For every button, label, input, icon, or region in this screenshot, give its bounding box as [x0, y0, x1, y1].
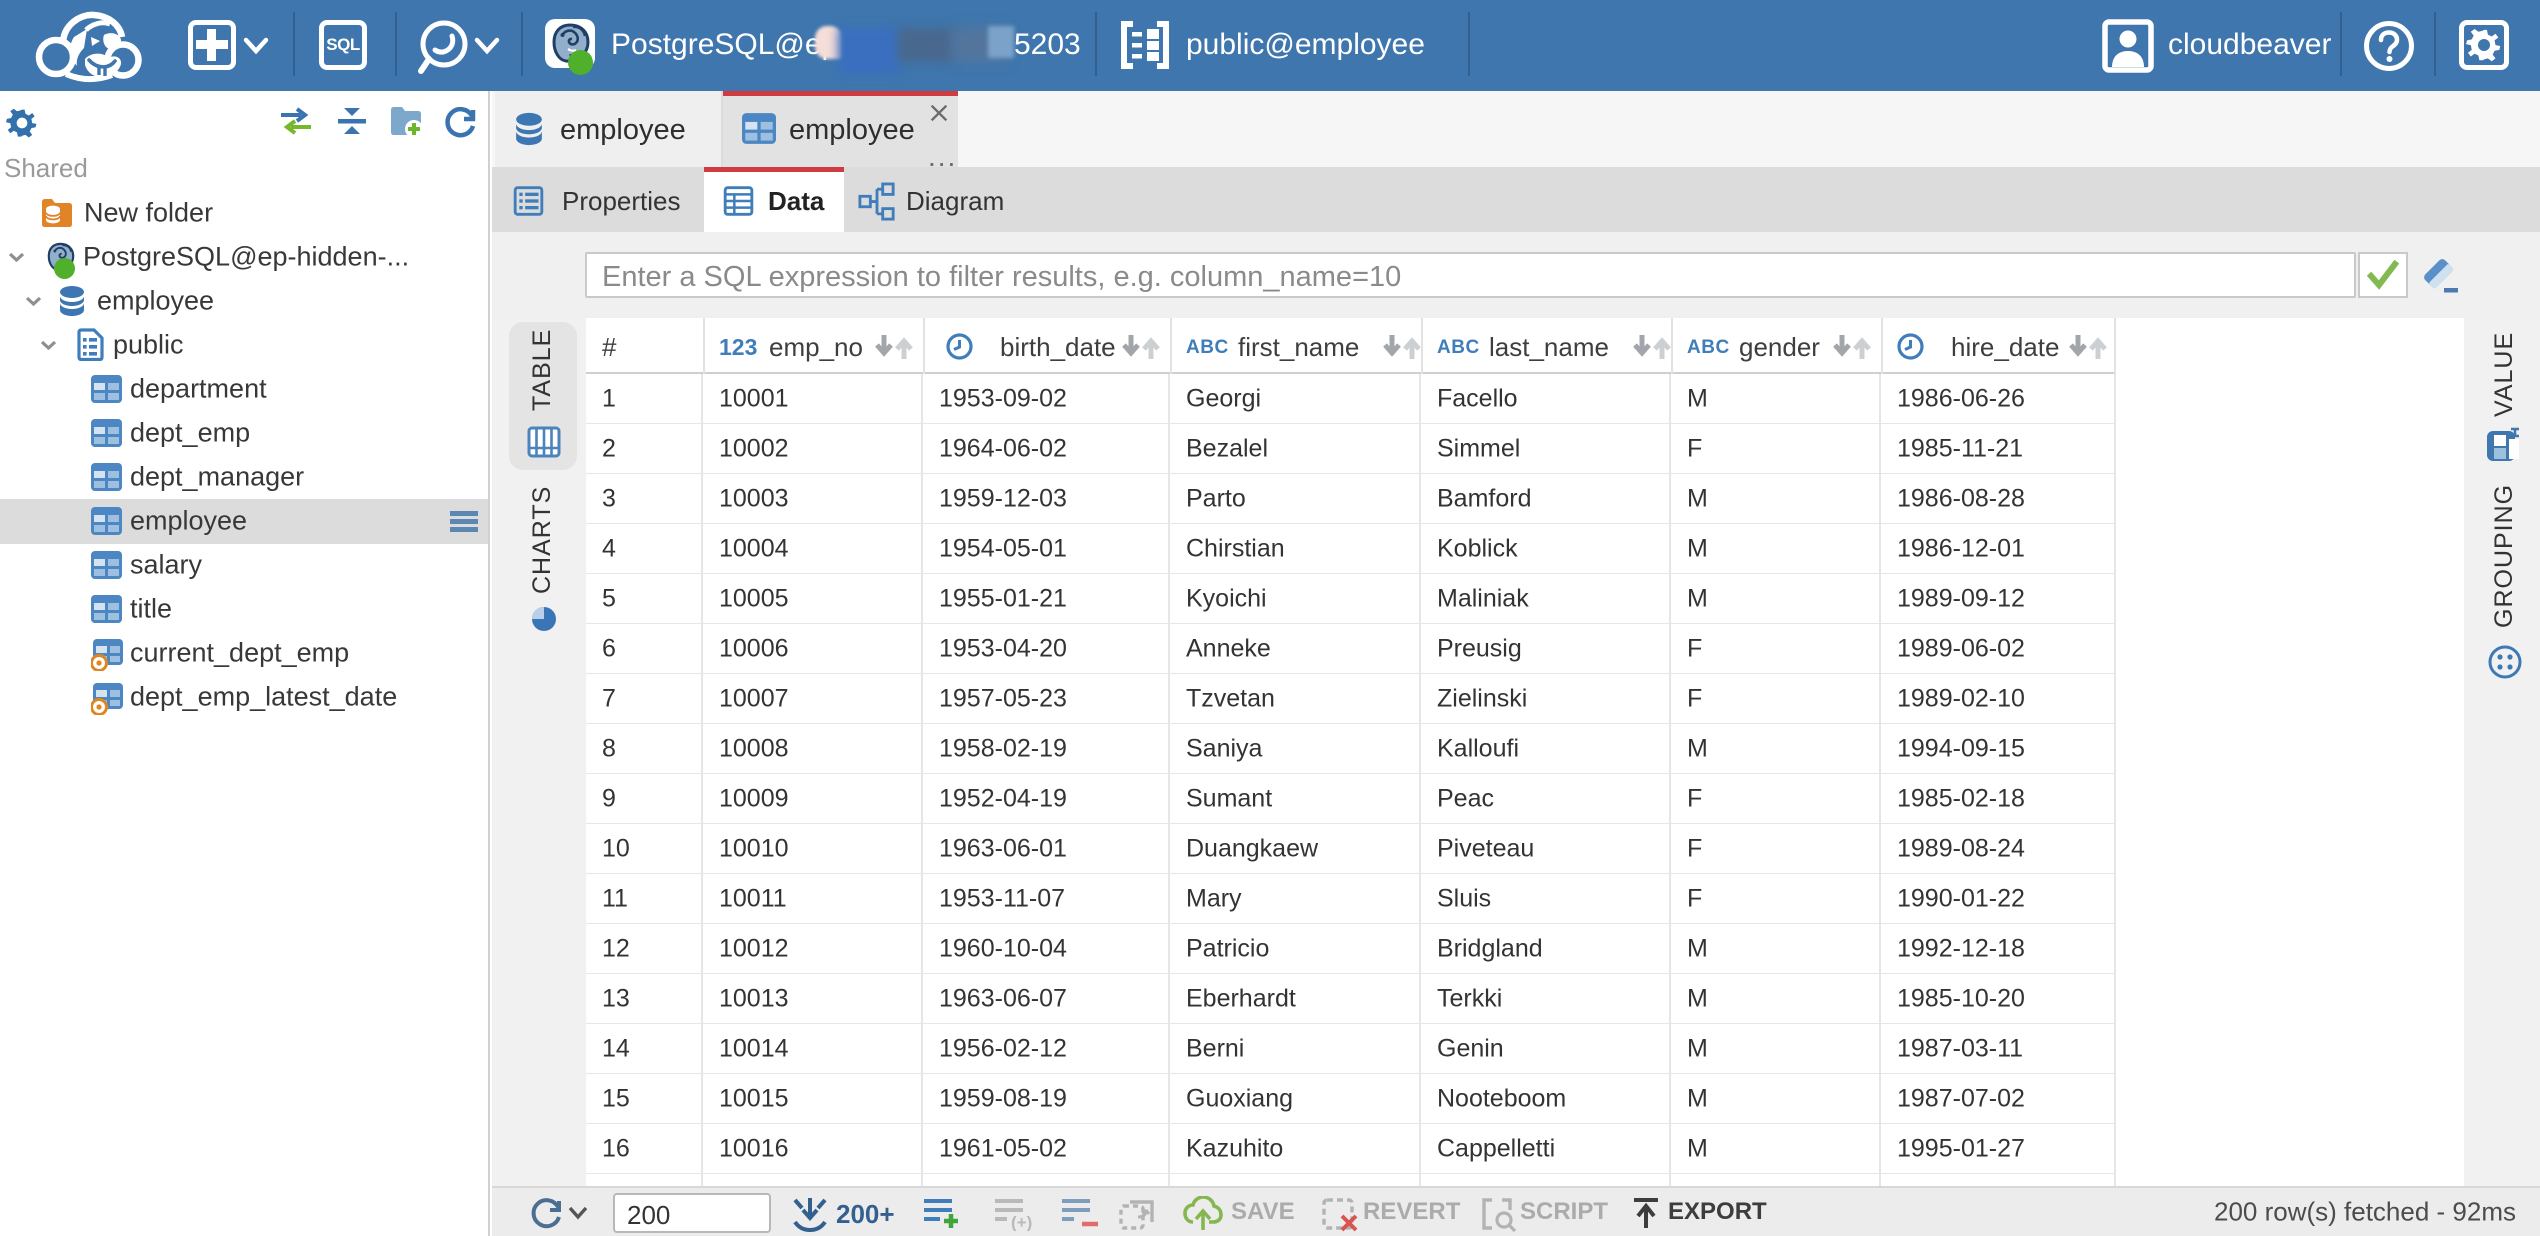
- svg-text:(+): (+): [1011, 1213, 1032, 1231]
